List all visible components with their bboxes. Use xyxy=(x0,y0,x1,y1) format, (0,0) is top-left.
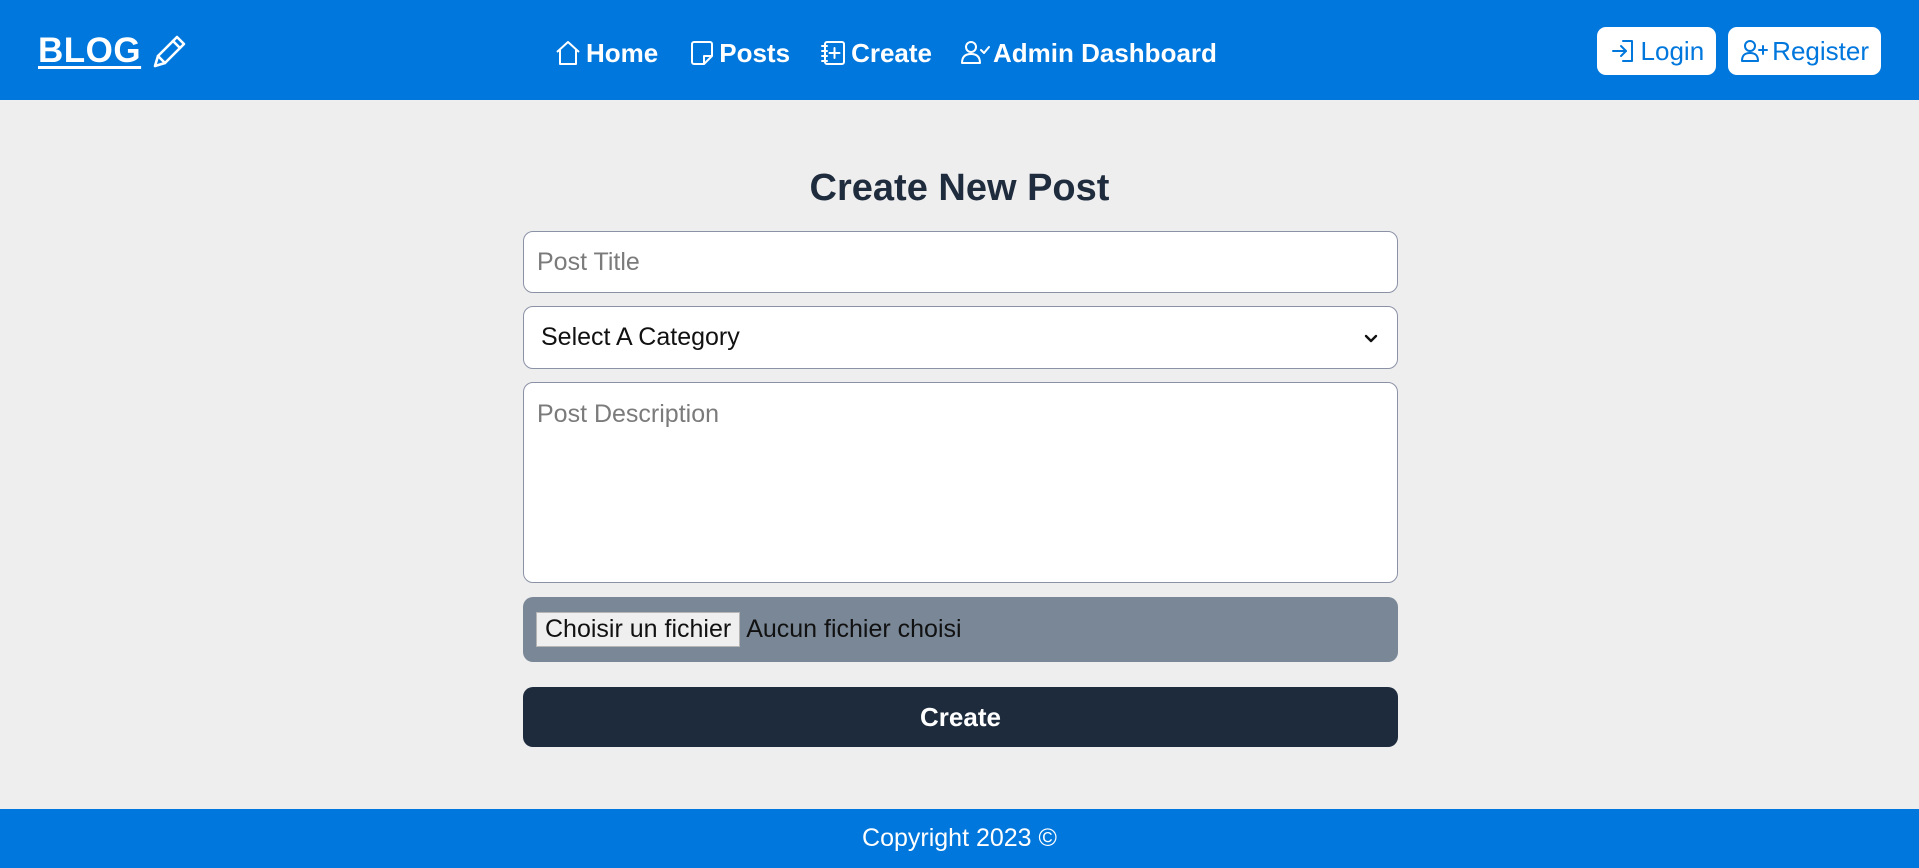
page-title: Create New Post xyxy=(809,167,1110,209)
admin-icon xyxy=(960,38,990,68)
chevron-down-icon xyxy=(1363,328,1383,348)
nav-label-posts: Posts xyxy=(719,37,791,68)
nav-label-create: Create xyxy=(851,37,932,68)
copyright-text: Copyright 2023 © xyxy=(862,824,1057,852)
footer-bar: Copyright 2023 © xyxy=(0,809,1919,868)
category-select[interactable]: Select A Category xyxy=(523,306,1398,369)
register-button[interactable]: Register xyxy=(1728,27,1881,75)
nav-label-admin-dashboard: Admin Dashboard xyxy=(993,37,1217,68)
page: BLOG Home Posts Create Admin Dashboard L… xyxy=(0,0,1919,868)
create-icon xyxy=(818,38,848,68)
auth-buttons: Login Register xyxy=(1596,27,1881,75)
nav-item-posts[interactable]: Posts xyxy=(686,38,790,69)
create-button[interactable]: Create xyxy=(523,687,1398,747)
post-title-input[interactable]: Post Title xyxy=(523,231,1398,293)
nav-item-create[interactable]: Create xyxy=(818,38,932,69)
nav-label-home: Home xyxy=(586,37,659,68)
register-label: Register xyxy=(1772,35,1869,66)
file-status-text: Aucun fichier choisi xyxy=(746,615,962,643)
login-button[interactable]: Login xyxy=(1596,27,1717,75)
logo-text: BLOG xyxy=(38,31,142,70)
category-selected-value: Select A Category xyxy=(541,323,740,351)
pencil-icon xyxy=(149,31,189,71)
choose-file-button[interactable]: Choisir un fichier xyxy=(536,612,741,647)
post-title-placeholder: Post Title xyxy=(537,247,640,276)
file-input: Choisir un fichier Aucun fichier choisi xyxy=(523,597,1398,662)
header-bar: BLOG Home Posts Create Admin Dashboard L… xyxy=(0,0,1919,100)
login-icon xyxy=(1609,37,1637,65)
logo-link[interactable]: BLOG xyxy=(38,30,189,72)
main-nav: Home Posts Create Admin Dashboard xyxy=(553,33,1217,73)
create-post-form: Post Title Select A Category Post Descri… xyxy=(523,231,1398,747)
posts-icon xyxy=(686,38,716,68)
nav-item-home[interactable]: Home xyxy=(553,38,658,69)
nav-item-admin-dashboard[interactable]: Admin Dashboard xyxy=(960,38,1217,69)
login-label: Login xyxy=(1640,35,1705,66)
home-icon xyxy=(553,38,583,68)
post-description-textarea[interactable]: Post Description xyxy=(523,382,1398,583)
post-description-placeholder: Post Description xyxy=(537,400,720,428)
register-icon xyxy=(1740,37,1769,65)
